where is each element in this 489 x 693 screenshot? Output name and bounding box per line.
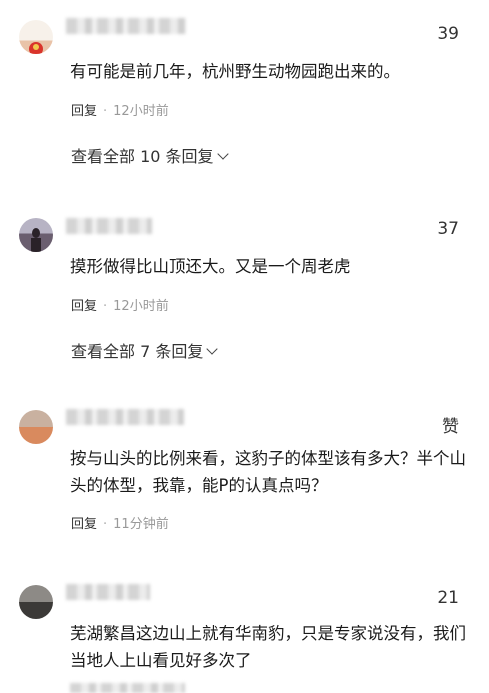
comment-meta: 回复 · 11分钟前 xyxy=(71,513,169,532)
comment-meta: 回复 · 12小时前 xyxy=(71,100,169,119)
like-button[interactable]: 赞 xyxy=(442,412,459,437)
separator-dot: · xyxy=(103,104,108,119)
comment-text: 摸形做得比山顶还大。又是一个周老虎 xyxy=(70,257,351,276)
avatar[interactable] xyxy=(19,218,53,252)
chevron-down-icon xyxy=(216,148,229,160)
chevron-down-icon xyxy=(206,343,219,355)
reply-button[interactable]: 回复 xyxy=(71,104,97,119)
meta-blurred xyxy=(70,683,185,693)
avatar[interactable] xyxy=(19,20,53,54)
view-all-replies-button[interactable]: 查看全部 7 条回复 xyxy=(71,338,219,362)
comment-text: 按与山头的比例来看，这豹子的体型该有多大？半个山头的体型，我靠，能P的认真点吗？ xyxy=(70,449,466,495)
username-blurred[interactable] xyxy=(66,18,186,34)
timestamp: 12小时前 xyxy=(113,299,169,314)
reply-button[interactable]: 回复 xyxy=(71,517,97,532)
timestamp: 11分钟前 xyxy=(113,517,169,532)
username-blurred[interactable] xyxy=(66,218,152,234)
like-count[interactable]: 39 xyxy=(437,24,459,44)
username-blurred[interactable] xyxy=(66,409,184,425)
view-all-replies-label: 查看全部 10 条回复 xyxy=(71,147,214,166)
view-all-replies-label: 查看全部 7 条回复 xyxy=(71,342,204,361)
avatar[interactable] xyxy=(19,410,53,444)
comment-text: 有可能是前几年，杭州野生动物园跑出来的。 xyxy=(70,62,400,81)
like-count[interactable]: 37 xyxy=(437,219,459,239)
avatar[interactable] xyxy=(19,585,53,619)
like-count[interactable]: 21 xyxy=(437,588,459,608)
view-all-replies-button[interactable]: 查看全部 10 条回复 xyxy=(71,143,229,167)
timestamp: 12小时前 xyxy=(113,104,169,119)
comment-text: 芜湖繁昌这边山上就有华南豹，只是专家说没有，我们当地人上山看见好多次了 xyxy=(70,624,466,670)
comment-meta: 回复 · 12小时前 xyxy=(71,295,169,314)
reply-button[interactable]: 回复 xyxy=(71,299,97,314)
separator-dot: · xyxy=(103,299,108,314)
separator-dot: · xyxy=(103,517,108,532)
username-blurred[interactable] xyxy=(66,584,150,600)
